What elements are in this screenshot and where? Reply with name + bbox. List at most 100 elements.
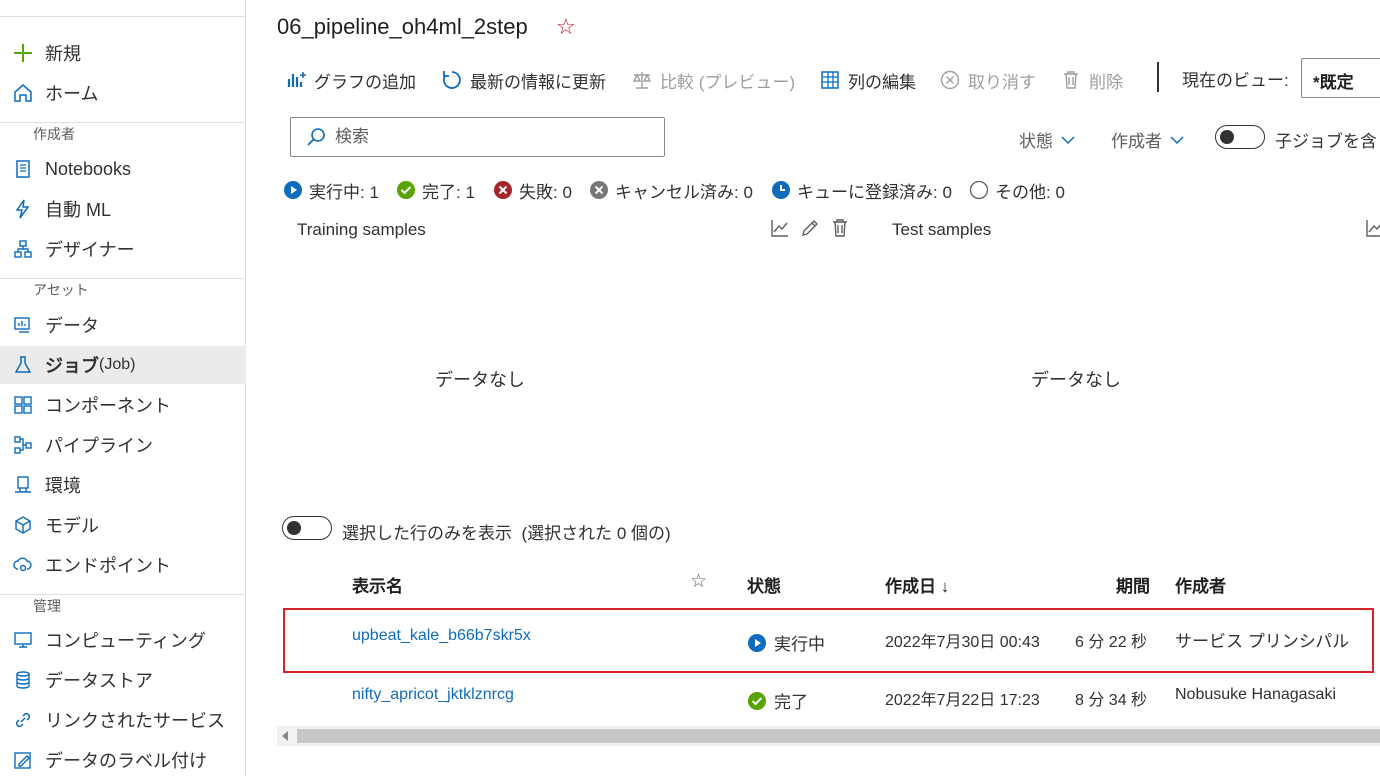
current-view-label: 現在のビュー: (1182, 71, 1289, 90)
nav-environments[interactable]: 環境 (0, 466, 246, 504)
nav-automl-label: 自動 ML (45, 200, 112, 220)
nav-models[interactable]: モデル (0, 506, 246, 544)
horizontal-scrollbar[interactable] (277, 726, 1380, 746)
nav-designer-label: デザイナー (45, 240, 135, 260)
delete-button[interactable]: 削除 (1059, 66, 1123, 94)
nav-section-author: 作成者 (0, 120, 246, 144)
line-chart-icon[interactable] (1364, 217, 1380, 239)
column-header-created[interactable]: 作成日 ↓ (885, 572, 949, 597)
compare-button[interactable]: 比較 (プレビュー) (630, 66, 795, 94)
nav-compute-label: コンピューティング (45, 631, 206, 651)
automl-icon (11, 197, 35, 221)
nav-environments-label: 環境 (45, 476, 81, 496)
include-child-jobs-toggle[interactable] (1215, 125, 1265, 149)
show-selected-only-label: 選択した行のみを表示 (選択された 0 個の) (342, 524, 671, 543)
current-view-dropdown[interactable]: *既定 (1301, 58, 1380, 98)
created-by-filter-label: 作成者 (1111, 132, 1162, 151)
completed-icon (747, 691, 767, 711)
cancel-button[interactable]: 取り消す (938, 66, 1036, 94)
job-created-date: 2022年7月30日 00:43 (885, 634, 1040, 651)
nav-compute[interactable]: コンピューティング (0, 621, 246, 659)
nav-section-assets: アセット (0, 276, 246, 300)
job-status: 完了 (747, 688, 808, 713)
job-author: サービス プリンシパル (1175, 632, 1350, 651)
test-samples-chart-title: Test samples (892, 220, 992, 239)
favorite-star-icon[interactable]: ☆ (556, 14, 576, 40)
nav-datastores-label: データストア (45, 671, 153, 691)
selected-count-text: (選択された 0 個の) (521, 524, 671, 543)
trash-icon[interactable] (829, 217, 851, 239)
show-selected-only-toggle[interactable] (282, 516, 332, 540)
queued-icon (771, 180, 791, 200)
column-header-favorite-star-icon[interactable]: ☆ (690, 570, 707, 593)
cancel-label: 取り消す (968, 72, 1036, 92)
nav-home[interactable]: ホーム (0, 74, 246, 112)
job-author: Nobusuke Hanagasaki (1175, 686, 1336, 703)
chevron-down-icon (1061, 135, 1075, 145)
compare-label: 比較 (プレビュー) (660, 72, 796, 92)
search-icon (305, 126, 327, 148)
nav-top-divider (0, 16, 246, 17)
nav-new[interactable]: 新規 (0, 34, 246, 72)
nav-pipelines[interactable]: パイプライン (0, 426, 246, 464)
status-running-count: 実行中: 1 (283, 178, 379, 202)
data-labeling-icon (11, 748, 35, 772)
status-filter-dropdown[interactable]: 状態 (1019, 127, 1075, 152)
nav-components[interactable]: コンポーネント (0, 386, 246, 424)
nav-models-label: モデル (45, 516, 99, 536)
nav-endpoints-label: エンドポイント (45, 556, 171, 576)
scrollbar-thumb[interactable] (297, 729, 1380, 743)
running-icon (283, 180, 303, 200)
nav-data-labeling[interactable]: データのラベル付け (0, 741, 246, 776)
refresh-button[interactable]: 最新の情報に更新 (440, 66, 606, 94)
chevron-down-icon (1170, 135, 1184, 145)
add-chart-label: グラフの追加 (314, 72, 416, 92)
search-input[interactable] (335, 127, 635, 147)
edit-columns-icon (818, 68, 842, 92)
job-name-link[interactable]: nifty_apricot_jktklznrcg (352, 686, 514, 704)
endpoints-icon (11, 553, 35, 577)
nav-new-label: 新規 (45, 44, 81, 64)
completed-icon (396, 180, 416, 200)
compute-icon (11, 628, 35, 652)
canceled-icon (589, 180, 609, 200)
nav-components-label: コンポーネント (45, 396, 171, 416)
nav-endpoints[interactable]: エンドポイント (0, 546, 246, 584)
column-header-name[interactable]: 表示名 (352, 572, 403, 597)
nav-automl[interactable]: 自動 ML (0, 190, 246, 228)
line-chart-icon[interactable] (769, 217, 791, 239)
other-icon (969, 180, 989, 200)
status-completed-count: 完了: 1 (396, 178, 475, 202)
nav-linked-services[interactable]: リンクされたサービス (0, 701, 246, 739)
training-samples-empty-text: データなし (435, 370, 525, 390)
edit-columns-button[interactable]: 列の編集 (818, 66, 916, 94)
status-filter-label: 状態 (1019, 132, 1053, 151)
column-header-author[interactable]: 作成者 (1175, 572, 1226, 597)
column-header-duration[interactable]: 期間 (1116, 572, 1150, 597)
status-other-count: その他: 0 (969, 178, 1065, 202)
nav-notebooks[interactable]: Notebooks (0, 150, 246, 188)
datastores-icon (11, 668, 35, 692)
nav-jobs[interactable]: ジョブ (Job) (0, 346, 246, 384)
nav-jobs-sublabel: (Job) (99, 356, 136, 373)
nav-data[interactable]: データ (0, 306, 246, 344)
training-samples-chart-title: Training samples (297, 220, 426, 239)
failed-icon (493, 180, 513, 200)
refresh-icon (440, 68, 464, 92)
left-nav: 新規 ホーム 作成者 Notebooks 自動 ML デザイナー アセット デー… (0, 0, 246, 776)
data-icon (11, 313, 35, 337)
scroll-left-arrow-icon[interactable] (282, 731, 288, 741)
trash-icon (1059, 68, 1083, 92)
nav-data-label: データ (45, 316, 99, 336)
page-title: 06_pipeline_oh4ml_2step (277, 14, 528, 39)
edit-pencil-icon[interactable] (799, 217, 821, 239)
column-header-status[interactable]: 状態 (747, 572, 781, 597)
job-name-link[interactable]: upbeat_kale_b66b7skr5x (352, 627, 531, 645)
jobs-icon (11, 353, 35, 377)
nav-datastores[interactable]: データストア (0, 661, 246, 699)
nav-designer[interactable]: デザイナー (0, 230, 246, 268)
add-chart-button[interactable]: グラフの追加 (284, 66, 416, 94)
pipelines-icon (11, 433, 35, 457)
search-box[interactable] (290, 117, 665, 157)
created-by-filter-dropdown[interactable]: 作成者 (1111, 127, 1184, 152)
